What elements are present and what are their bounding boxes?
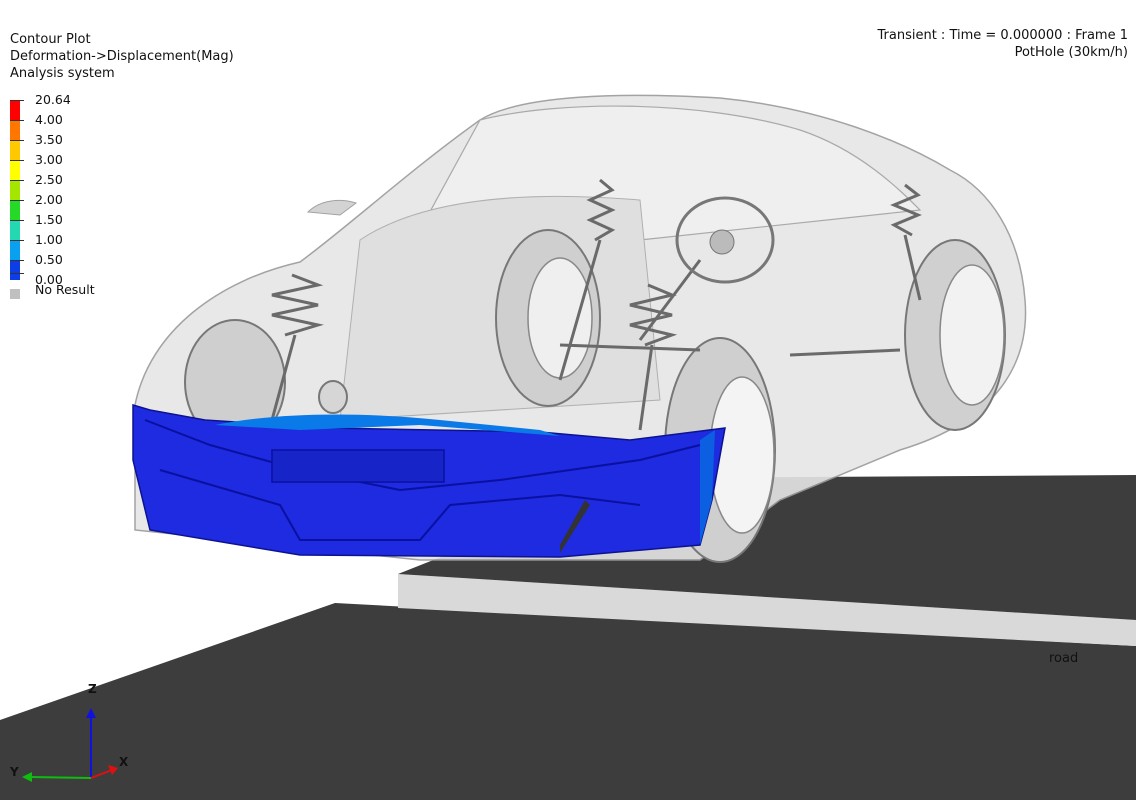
loadcase-label: PotHole (30km/h) [1014,45,1128,60]
legend-value: 1.00 [35,232,63,247]
legend-entry: 0.50 [10,252,130,280]
legend-tick [10,200,24,201]
legend-entry: 3.00 [10,152,130,180]
legend-value: 3.50 [35,132,63,147]
legend-tick [10,260,24,261]
axis-y-label: Y [10,765,19,779]
shock-mount [318,380,348,414]
legend-value: 2.50 [35,172,63,187]
legend-value: 20.64 [35,92,71,107]
legend-value: 2.00 [35,192,63,207]
no-result-swatch [10,289,20,299]
legend-entry: 2.00 [10,192,130,220]
legend-entry: 2.50 [10,172,130,200]
legend-tick [10,100,24,101]
legend-tick [10,273,24,274]
axis-z-label: Z [88,682,97,696]
wheel-rear-left [495,229,601,407]
legend-tick [10,120,24,121]
no-result-label: No Result [35,282,95,297]
system-label: Analysis system [10,66,115,81]
legend-entry: 3.50 [10,132,130,160]
legend-entry: 1.00 [10,232,130,260]
legend-tick [10,180,24,181]
result-type-label: Deformation->Displacement(Mag) [10,49,234,64]
legend-tick [10,220,24,221]
plot-type-label: Contour Plot [10,32,91,47]
legend-entry: 20.64 [10,92,130,120]
axis-x-label: X [119,755,129,769]
legend-entry: 1.50 [10,212,130,240]
model-viewport[interactable] [0,0,1136,800]
wheel-rear-right [904,239,1006,431]
legend-tick [10,240,24,241]
legend-no-result: No Result [10,283,130,303]
legend-tick [10,160,24,161]
road-label: road [1049,651,1079,666]
legend-value: 0.50 [35,252,63,267]
legend-entry: 4.00 [10,112,130,140]
legend-value: 4.00 [35,112,63,127]
time-frame-label: Transient : Time = 0.000000 : Frame 1 [877,28,1129,43]
legend-value: 3.00 [35,152,63,167]
legend-value: 1.50 [35,212,63,227]
legend-tick [10,140,24,141]
